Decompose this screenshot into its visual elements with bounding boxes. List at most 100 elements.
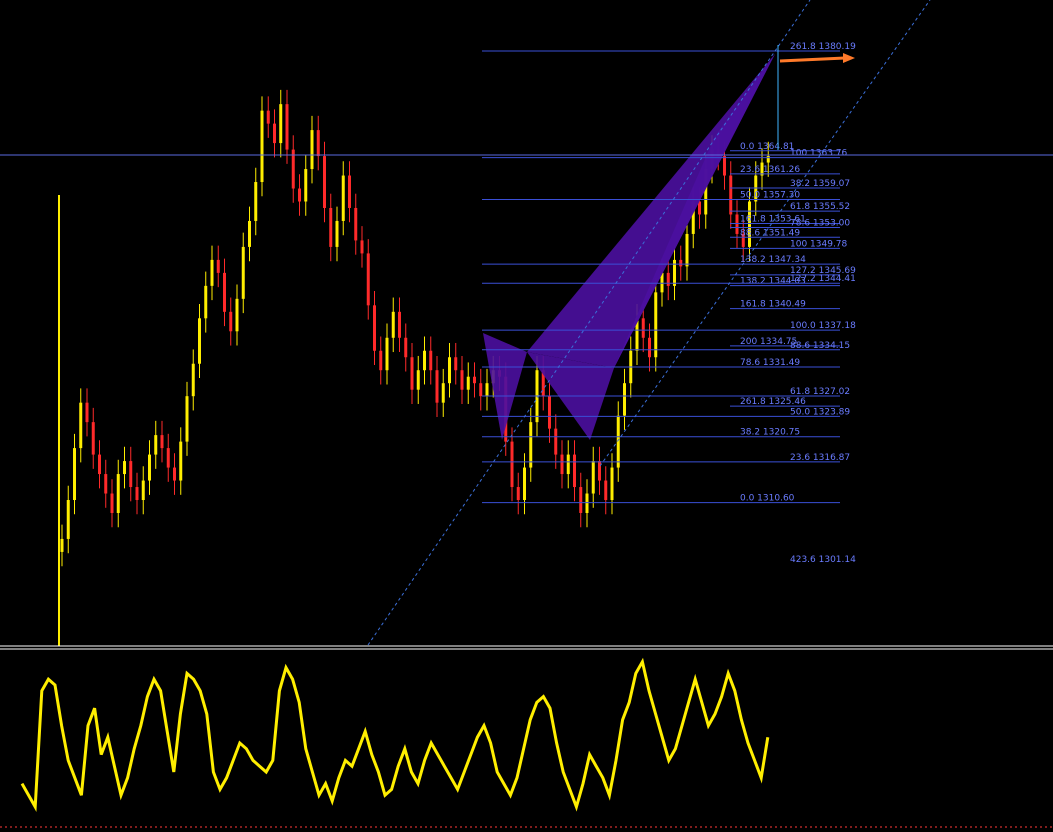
fib-label: 50.0 1323.89	[790, 407, 850, 417]
candle-body	[66, 500, 70, 539]
candle-body	[254, 182, 258, 221]
candle-body	[360, 240, 364, 254]
candle-body	[398, 311, 401, 338]
candle-body	[591, 461, 595, 494]
fib-label: 0.0 1310.60	[740, 494, 795, 504]
candle-body	[548, 396, 551, 429]
candle-body	[698, 201, 701, 215]
candle-body	[485, 383, 489, 397]
candle-body	[316, 130, 320, 157]
fib-label: 88.6 1351.49	[740, 228, 800, 238]
candle-body	[285, 104, 289, 150]
candle-body	[310, 130, 314, 170]
candle-body	[110, 493, 114, 513]
candle-body	[479, 383, 483, 397]
candle-body	[235, 298, 239, 332]
candle-body	[579, 487, 583, 513]
candle-body	[79, 402, 83, 449]
candle-body	[379, 350, 383, 371]
candle-body	[435, 370, 439, 403]
candle-body	[560, 454, 564, 475]
fib-label: 161.8 1340.49	[740, 300, 806, 310]
candle-body	[723, 156, 726, 176]
fib-label: 100.0 1337.18	[790, 321, 856, 331]
fib-label: 61.8 1327.02	[790, 387, 850, 397]
candle-body	[191, 363, 195, 397]
candle-body	[641, 318, 645, 338]
candle-body	[323, 156, 326, 208]
candle-body	[85, 402, 89, 423]
candle-body	[160, 435, 164, 449]
fib-label: 138.2 1347.34	[740, 255, 806, 265]
candle-body	[341, 175, 345, 221]
candle-body	[454, 357, 458, 371]
candle-body	[91, 422, 95, 455]
candle-body	[173, 467, 176, 481]
fib-label: 200 1334.75	[740, 337, 797, 347]
candle-body	[116, 474, 120, 513]
candle-body	[210, 259, 214, 286]
fib-label: 88.6 1334.15	[790, 341, 850, 351]
candle-body	[123, 461, 126, 475]
candle-body	[273, 123, 276, 144]
candle-body	[373, 305, 376, 351]
fib-label: 127.2 1344.41	[790, 274, 856, 284]
candle-body	[60, 538, 64, 552]
candle-body	[585, 493, 589, 513]
fib-label: 100 1349.78	[790, 239, 848, 249]
fib-label: 261.8 1380.19	[790, 42, 856, 52]
candle-body	[248, 220, 251, 247]
candle-body	[735, 214, 739, 234]
candle-body	[129, 461, 133, 488]
candle-body	[441, 383, 445, 403]
candle-body	[473, 376, 476, 384]
fib-label: 261.8 1325.46	[740, 397, 806, 407]
candle-body	[666, 272, 670, 286]
candle-body	[135, 487, 139, 501]
candle-body	[729, 175, 733, 215]
candle-body	[410, 357, 414, 390]
candle-body	[510, 441, 514, 488]
candle-body	[73, 448, 76, 501]
candle-body	[610, 467, 614, 501]
candle-body	[329, 207, 333, 247]
candle-body	[279, 104, 283, 144]
candle-body	[766, 156, 770, 163]
candle-body	[348, 175, 351, 208]
candle-body	[685, 233, 689, 267]
candle-body	[366, 253, 370, 306]
candle-body	[260, 110, 264, 183]
candle-body	[598, 461, 601, 481]
candle-body	[554, 428, 558, 455]
candle-body	[448, 357, 451, 384]
candle-body	[654, 292, 658, 358]
fib-label: 78.6 1331.49	[740, 358, 800, 368]
fib-label: 423.6 1301.14	[790, 555, 856, 565]
candle-body	[604, 480, 608, 501]
fib-label: 23.6 1361.26	[740, 165, 800, 175]
candle-body	[648, 337, 651, 358]
candle-body	[198, 318, 201, 364]
candle-body	[179, 441, 183, 481]
candle-body	[185, 396, 189, 442]
candle-body	[223, 272, 226, 312]
candle-body	[266, 110, 270, 124]
price-chart[interactable]: 261.8 1380.190.0 1364.81100 1363.7623.6 …	[0, 0, 1053, 832]
candle-body	[529, 422, 533, 468]
candle-body	[298, 188, 301, 202]
candle-body	[391, 311, 395, 338]
candle-body	[429, 350, 433, 371]
candle-body	[98, 454, 101, 475]
candle-body	[404, 337, 408, 358]
candle-body	[679, 259, 683, 267]
candle-body	[216, 259, 220, 273]
candle-body	[166, 448, 170, 468]
candle-body	[141, 480, 145, 501]
candle-body	[523, 467, 526, 501]
candle-body	[204, 285, 208, 319]
fib-label: 78.6 1353.00	[790, 218, 850, 228]
candle-body	[616, 415, 620, 468]
candle-body	[154, 435, 158, 455]
candle-body	[566, 454, 570, 475]
candle-body	[466, 376, 470, 390]
